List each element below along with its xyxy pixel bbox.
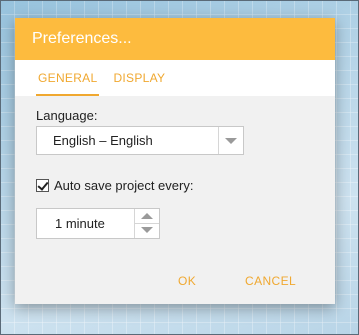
spinner-down-icon[interactable] bbox=[135, 224, 159, 238]
spinner-up-icon[interactable] bbox=[135, 209, 159, 224]
tab-display[interactable]: DISPLAY bbox=[105, 60, 173, 96]
dialog-title: Preferences... bbox=[15, 18, 335, 60]
autosave-interval-value: 1 minute bbox=[55, 216, 105, 231]
preferences-dialog: Preferences... GENERAL DISPLAY Language:… bbox=[15, 18, 335, 304]
autosave-checkbox[interactable] bbox=[36, 179, 49, 192]
tab-general[interactable]: GENERAL bbox=[30, 60, 105, 96]
language-select[interactable]: English – English bbox=[36, 126, 244, 155]
spinner-buttons bbox=[134, 209, 159, 238]
autosave-row: Auto save project every: bbox=[36, 178, 193, 193]
tab-bar: GENERAL DISPLAY bbox=[15, 60, 335, 96]
ok-button[interactable]: OK bbox=[178, 274, 196, 288]
language-select-value: English – English bbox=[53, 133, 153, 148]
cancel-button[interactable]: CANCEL bbox=[245, 274, 296, 288]
language-dropdown-button[interactable] bbox=[218, 127, 243, 154]
autosave-label[interactable]: Auto save project every: bbox=[54, 178, 193, 193]
autosave-interval-spinner[interactable]: 1 minute bbox=[36, 208, 160, 239]
language-label: Language: bbox=[36, 108, 98, 123]
chevron-down-icon bbox=[225, 138, 237, 144]
app-background: Preferences... GENERAL DISPLAY Language:… bbox=[0, 0, 359, 335]
